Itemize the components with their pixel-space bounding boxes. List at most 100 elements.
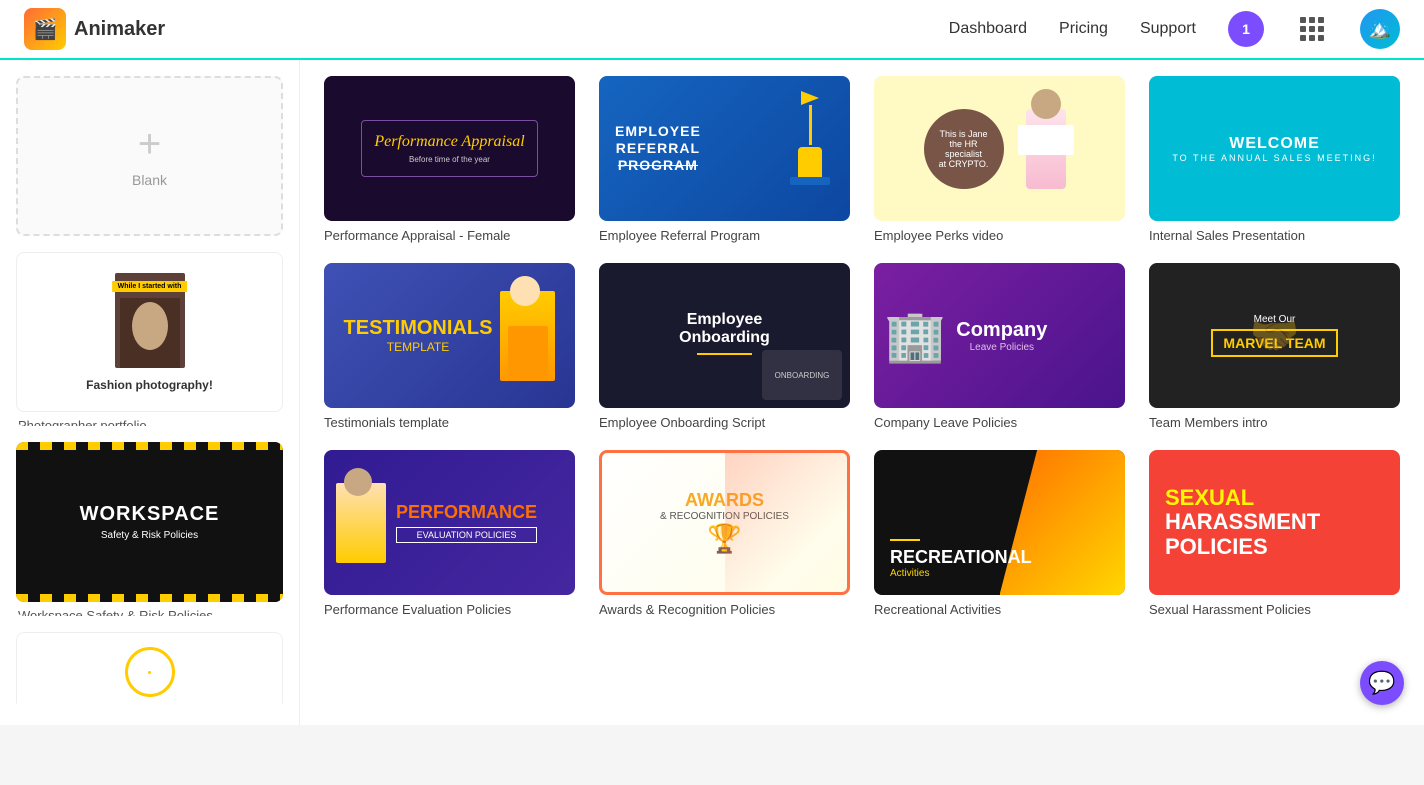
- template-name-testimonials: Testimonials template: [324, 415, 575, 430]
- nav-links: Dashboard Pricing Support 1 🏔️: [949, 9, 1400, 49]
- company-leave-title: Company: [956, 319, 1047, 342]
- perf-appraisal-title: Performance Appraisal: [374, 133, 524, 151]
- perks-figure: [1016, 99, 1076, 199]
- workspace-stripes-top: [16, 442, 283, 450]
- workspace-stripes-bottom: [16, 594, 283, 602]
- template-grid-area: Preview Use Performance Appraisal Before…: [300, 60, 1424, 725]
- company-leave-sub: Leave Policies: [956, 342, 1047, 353]
- photographer-thumb: While I started with Fashion photography…: [16, 252, 283, 412]
- perf-eval-title: PERFORMANCE: [396, 502, 537, 523]
- recreational-title: RECREATIONAL: [890, 547, 1032, 568]
- template-name-internal-sales: Internal Sales Presentation: [1149, 228, 1400, 243]
- onboarding-img: ONBOARDING: [762, 350, 842, 400]
- template-thumb-awards[interactable]: Preview Use AWARDS & RECOGNITION POLICIE…: [599, 450, 850, 595]
- template-thumb-marvel-team[interactable]: Preview Use Meet Our MARVEL TEAM 🤝: [1149, 263, 1400, 408]
- template-thumb-onboarding[interactable]: Preview Use EmployeeOnboarding ONBOARDIN…: [599, 263, 850, 408]
- workspace-label: Workspace Safety & Risk Policies: [16, 608, 283, 616]
- nav-support[interactable]: Support: [1140, 20, 1196, 38]
- sidebar-item-photographer[interactable]: While I started with Fashion photography…: [16, 252, 283, 426]
- template-thumb-testimonials[interactable]: Preview Use TESTIMONIALS TEMPLATE: [324, 263, 575, 408]
- template-thumb-perf-eval[interactable]: Preview Use PERFORMANCE EVALUATION POLIC…: [324, 450, 575, 595]
- company-leave-text: Company Leave Policies: [956, 319, 1047, 353]
- photographer-label: Photographer portfolio: [16, 418, 283, 426]
- template-item-onboarding[interactable]: Preview Use EmployeeOnboarding ONBOARDIN…: [599, 263, 850, 430]
- emp-figure: [790, 91, 830, 185]
- chat-bubble[interactable]: 💬: [1360, 661, 1404, 705]
- template-item-internal-sales[interactable]: Preview Use WELCOME TO THE ANNUAL SALES …: [1149, 76, 1400, 243]
- template-thumb-company-leave[interactable]: Preview Use 🏢 Company Leave Policies: [874, 263, 1125, 408]
- template-thumb-perf-appraisal[interactable]: Preview Use Performance Appraisal Before…: [324, 76, 575, 221]
- template-thumb-sexual-harassment[interactable]: Preview Use SEXUALHARASSMENTPOLICIES: [1149, 450, 1400, 595]
- testimonials-sub: TEMPLATE: [336, 340, 500, 354]
- sidebar-item-workspace[interactable]: WORKSPACE Safety & Risk Policies Workspa…: [16, 442, 283, 616]
- logo-text: Animaker: [74, 18, 165, 41]
- template-item-sexual-harassment[interactable]: Preview Use SEXUALHARASSMENTPOLICIES Sex…: [1149, 450, 1400, 617]
- blank-card[interactable]: + Blank: [16, 76, 283, 236]
- building-icon: 🏢: [884, 311, 946, 361]
- template-name-perf-eval: Performance Evaluation Policies: [324, 602, 575, 617]
- blank-label: Blank: [132, 172, 167, 188]
- notification-badge[interactable]: 1: [1228, 11, 1264, 47]
- template-item-marvel-team[interactable]: Preview Use Meet Our MARVEL TEAM 🤝 Team …: [1149, 263, 1400, 430]
- internal-sales-title: WELCOME: [1172, 135, 1376, 153]
- internal-sales-sub: TO THE ANNUAL SALES MEETING!: [1172, 153, 1376, 163]
- template-item-employee-referral[interactable]: Preview Use EMPLOYEEREFERRALPROGRAM Empl…: [599, 76, 850, 243]
- perf-eval-content: PERFORMANCE EVALUATION POLICIES: [324, 471, 575, 575]
- template-item-testimonials[interactable]: Preview Use TESTIMONIALS TEMPLATE: [324, 263, 575, 430]
- internal-sales-content: WELCOME TO THE ANNUAL SALES MEETING!: [1156, 119, 1392, 179]
- perf-eval-figure: [336, 483, 386, 563]
- plus-icon: +: [138, 124, 161, 164]
- blank-card-inner[interactable]: + Blank: [16, 76, 283, 236]
- template-name-employee-perks: Employee Perks video: [874, 228, 1125, 243]
- perf-appraisal-subtitle: Before time of the year: [374, 155, 524, 164]
- template-item-perf-eval[interactable]: Preview Use PERFORMANCE EVALUATION POLIC…: [324, 450, 575, 617]
- template-item-recreational[interactable]: Preview Use RECREATIONAL Activities Recr…: [874, 450, 1125, 617]
- template-thumb-internal-sales[interactable]: Preview Use WELCOME TO THE ANNUAL SALES …: [1149, 76, 1400, 221]
- template-item-company-leave[interactable]: Preview Use 🏢 Company Leave Policies Com…: [874, 263, 1125, 430]
- testimonials-text: TESTIMONIALS TEMPLATE: [336, 317, 500, 354]
- notification-icon[interactable]: 1: [1228, 11, 1264, 47]
- template-name-sexual-harassment: Sexual Harassment Policies: [1149, 602, 1400, 617]
- flag-icon: [801, 91, 819, 105]
- sidebar: + Blank While I started with Fashion pho…: [0, 60, 300, 725]
- template-item-employee-perks[interactable]: Preview Use This is Janethe HR specialis…: [874, 76, 1125, 243]
- testimonials-figure: [500, 291, 555, 381]
- onboarding-line: [697, 353, 751, 355]
- template-name-company-leave: Company Leave Policies: [874, 415, 1125, 430]
- workspace-thumb: WORKSPACE Safety & Risk Policies: [16, 442, 283, 602]
- template-item-awards[interactable]: Preview Use AWARDS & RECOGNITION POLICIE…: [599, 450, 850, 617]
- emp-referral-title: EMPLOYEEREFERRALPROGRAM: [615, 123, 701, 173]
- header: 🎬 Animaker Dashboard Pricing Support 1 🏔…: [0, 0, 1424, 60]
- template-thumb-employee-perks[interactable]: Preview Use This is Janethe HR specialis…: [874, 76, 1125, 221]
- company-leave-content: 🏢 Company Leave Policies: [874, 301, 1125, 371]
- perks-bubble: This is Janethe HR specialistat CRYPTO.: [924, 109, 1004, 189]
- perf-eval-text: PERFORMANCE EVALUATION POLICIES: [396, 502, 537, 543]
- template-name-recreational: Recreational Activities: [874, 602, 1125, 617]
- apps-grid-icon[interactable]: [1296, 13, 1328, 45]
- perf-appraisal-content: Performance Appraisal Before time of the…: [361, 120, 537, 177]
- template-name-onboarding: Employee Onboarding Script: [599, 415, 850, 430]
- sidebar-item-partial[interactable]: [16, 632, 283, 709]
- onboarding-title: EmployeeOnboarding: [679, 311, 770, 347]
- awards-accent: [725, 453, 848, 592]
- marvel-hands-bg: 🤝: [1149, 263, 1400, 408]
- recreational-line: [890, 539, 920, 541]
- template-thumb-employee-referral[interactable]: Preview Use EMPLOYEEREFERRALPROGRAM: [599, 76, 850, 221]
- testimonials-title: TESTIMONIALS: [336, 317, 500, 340]
- perks-content: This is Janethe HR specialistat CRYPTO.: [924, 99, 1076, 199]
- recreational-sub: Activities: [890, 568, 1032, 579]
- template-name-awards: Awards & Recognition Policies: [599, 602, 850, 617]
- logo-area: 🎬 Animaker: [24, 8, 165, 50]
- main-content: + Blank While I started with Fashion pho…: [0, 60, 1424, 725]
- template-thumb-recreational[interactable]: Preview Use RECREATIONAL Activities: [874, 450, 1125, 595]
- recreational-content: RECREATIONAL Activities: [890, 539, 1032, 579]
- perf-eval-sub: EVALUATION POLICIES: [396, 527, 537, 543]
- flag-pole: [809, 105, 812, 145]
- testimonials-content: TESTIMONIALS TEMPLATE: [324, 279, 575, 393]
- nav-dashboard[interactable]: Dashboard: [949, 20, 1027, 38]
- sexual-harassment-title: SEXUALHARASSMENTPOLICIES: [1165, 486, 1320, 559]
- nav-pricing[interactable]: Pricing: [1059, 20, 1108, 38]
- template-item-perf-appraisal[interactable]: Preview Use Performance Appraisal Before…: [324, 76, 575, 243]
- workspace-sub: Safety & Risk Policies: [101, 530, 198, 541]
- avatar[interactable]: 🏔️: [1360, 9, 1400, 49]
